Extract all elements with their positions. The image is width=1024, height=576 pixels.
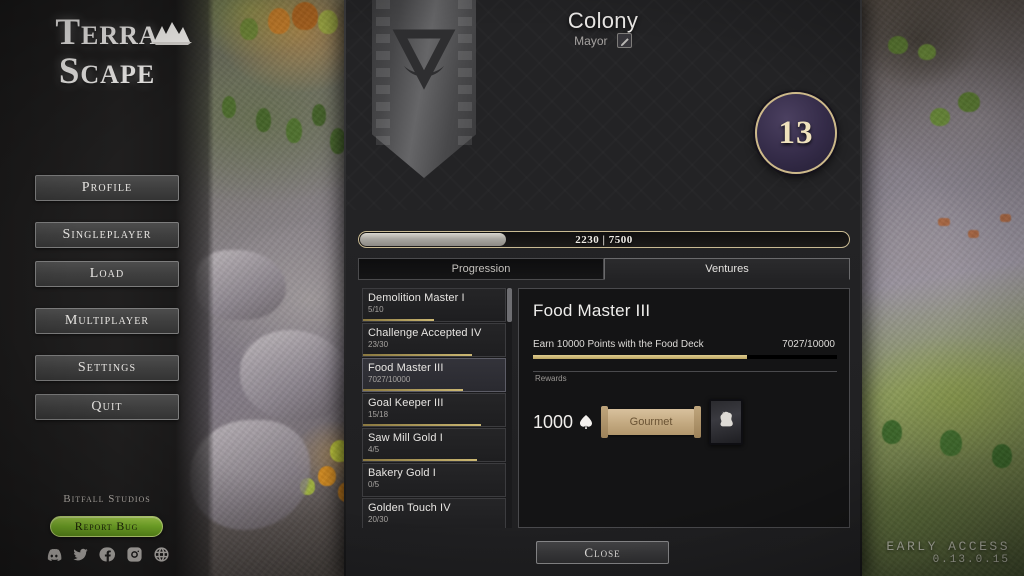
reward-card-chicken[interactable] xyxy=(709,399,744,445)
instagram-icon[interactable] xyxy=(126,546,143,563)
ventures-list-item[interactable]: Golden Touch IV 20/30 xyxy=(362,498,506,528)
tab-progression[interactable]: Progression xyxy=(358,258,604,280)
menu-button-quit[interactable]: Quit xyxy=(35,394,179,420)
menu-button-profile[interactable]: Profile xyxy=(35,175,179,201)
menu-button-multiplayer[interactable]: Multiplayer xyxy=(35,308,179,334)
ventures-item-name: Saw Mill Gold I xyxy=(368,432,443,444)
reward-currency-amount: 1000 xyxy=(533,411,574,432)
xp-progress-bar: 2230 | 7500 xyxy=(358,231,850,248)
reward-currency: 1000 xyxy=(533,412,593,433)
ventures-list-item[interactable]: Bakery Gold I 0/5 xyxy=(362,463,506,497)
logo-text-line2: Scape xyxy=(58,51,156,92)
ventures-item-progress-text: 0/5 xyxy=(368,480,380,489)
venture-detail-task: Earn 10000 Points with the Food Deck xyxy=(533,339,704,350)
ventures-item-name: Golden Touch IV xyxy=(368,502,451,514)
ventures-scrollbar-thumb[interactable] xyxy=(507,288,512,322)
twitter-icon[interactable] xyxy=(72,546,89,563)
venture-detail-progress-bar xyxy=(533,355,837,359)
chicken-card-icon xyxy=(720,411,733,427)
profile-role: Mayor xyxy=(344,33,862,48)
spade-token-icon xyxy=(580,415,593,429)
ventures-item-progress-fill xyxy=(363,319,434,321)
level-badge: 13 xyxy=(755,92,837,174)
ventures-item-progress-fill xyxy=(363,459,477,461)
main-menu-sidebar: Terra Scape Profile Singleplayer Load Mu… xyxy=(0,0,214,576)
ventures-item-name: Demolition Master I xyxy=(368,292,465,304)
reward-scroll-gourmet[interactable]: Gourmet xyxy=(601,406,702,438)
panel-left-edge xyxy=(344,0,346,576)
ventures-item-progress-fill xyxy=(363,389,463,391)
ventures-list-item[interactable]: Challenge Accepted IV 23/30 xyxy=(362,323,506,357)
rewards-label: Rewards xyxy=(535,374,567,383)
ventures-item-progress-text: 5/10 xyxy=(368,305,384,314)
ventures-item-progress-fill xyxy=(363,424,482,426)
ventures-item-progress-text: 20/30 xyxy=(368,515,389,524)
game-main-menu-screen: Terra Scape Profile Singleplayer Load Mu… xyxy=(0,0,1024,576)
menu-button-load[interactable]: Load xyxy=(35,261,179,287)
venture-detail-count: 7027/10000 xyxy=(782,339,835,350)
profile-role-label: Mayor xyxy=(574,34,608,48)
ventures-scrollbar[interactable] xyxy=(507,288,512,528)
studio-name: Bitfall Studios xyxy=(63,493,151,505)
tab-ventures[interactable]: Ventures xyxy=(604,258,850,280)
version-stage: EARLY ACCESS xyxy=(886,539,1010,554)
social-links xyxy=(0,546,214,563)
xp-progress-text: 2230 | 7500 xyxy=(575,233,633,246)
ventures-item-progress-text: 15/18 xyxy=(368,410,389,419)
main-menu-buttons: Profile Singleplayer Load Multiplayer Se… xyxy=(35,175,179,433)
ventures-item-name: Food Master III xyxy=(368,362,444,374)
page-title: Colony xyxy=(567,8,639,33)
close-button[interactable]: Close xyxy=(536,541,669,564)
panel-right-edge xyxy=(860,0,862,576)
ventures-list-item[interactable]: Saw Mill Gold I 4/5 xyxy=(362,428,506,462)
ventures-item-name: Challenge Accepted IV xyxy=(368,327,482,339)
discord-icon[interactable] xyxy=(45,546,62,563)
profile-panel: Colony Mayor 13 2230 | 7500 Progression … xyxy=(344,0,862,576)
report-bug-button[interactable]: Report Bug xyxy=(50,516,163,537)
ventures-item-progress-text: 7027/10000 xyxy=(368,375,411,384)
version-info: EARLY ACCESS 0.13.0.15 xyxy=(886,539,1010,566)
ventures-item-name: Goal Keeper III xyxy=(368,397,444,409)
ventures-item-name: Bakery Gold I xyxy=(368,467,436,479)
ventures-list-item[interactable]: Goal Keeper III 15/18 xyxy=(362,393,506,427)
detail-divider xyxy=(533,371,837,372)
venture-detail-title: Food Master III xyxy=(533,301,651,320)
edit-pencil-icon[interactable] xyxy=(616,33,632,48)
rewards-row: 1000 Gourmet xyxy=(533,399,744,445)
ventures-list-item[interactable]: Food Master III 7027/10000 xyxy=(362,358,506,392)
mountain-peaks-icon xyxy=(152,22,192,45)
facebook-icon[interactable] xyxy=(98,546,116,563)
menu-button-singleplayer[interactable]: Singleplayer xyxy=(35,222,179,248)
website-globe-icon[interactable] xyxy=(153,546,170,563)
game-logo: Terra Scape xyxy=(0,14,214,90)
level-number: 13 xyxy=(778,114,814,151)
ventures-list-item[interactable]: Demolition Master I 5/10 xyxy=(362,288,506,322)
panel-tabs: Progression Ventures xyxy=(358,258,850,280)
menu-button-settings[interactable]: Settings xyxy=(35,355,179,381)
venture-detail-card: Food Master III Earn 10000 Points with t… xyxy=(518,288,850,528)
version-number: 0.13.0.15 xyxy=(932,554,1010,566)
ventures-item-progress-text: 4/5 xyxy=(368,445,380,454)
ventures-item-progress-text: 23/30 xyxy=(368,340,389,349)
venture-detail-progress-fill xyxy=(533,355,747,359)
ventures-item-progress-fill xyxy=(363,354,472,356)
ventures-list[interactable]: Demolition Master I 5/10 Challenge Accepte… xyxy=(362,288,512,528)
